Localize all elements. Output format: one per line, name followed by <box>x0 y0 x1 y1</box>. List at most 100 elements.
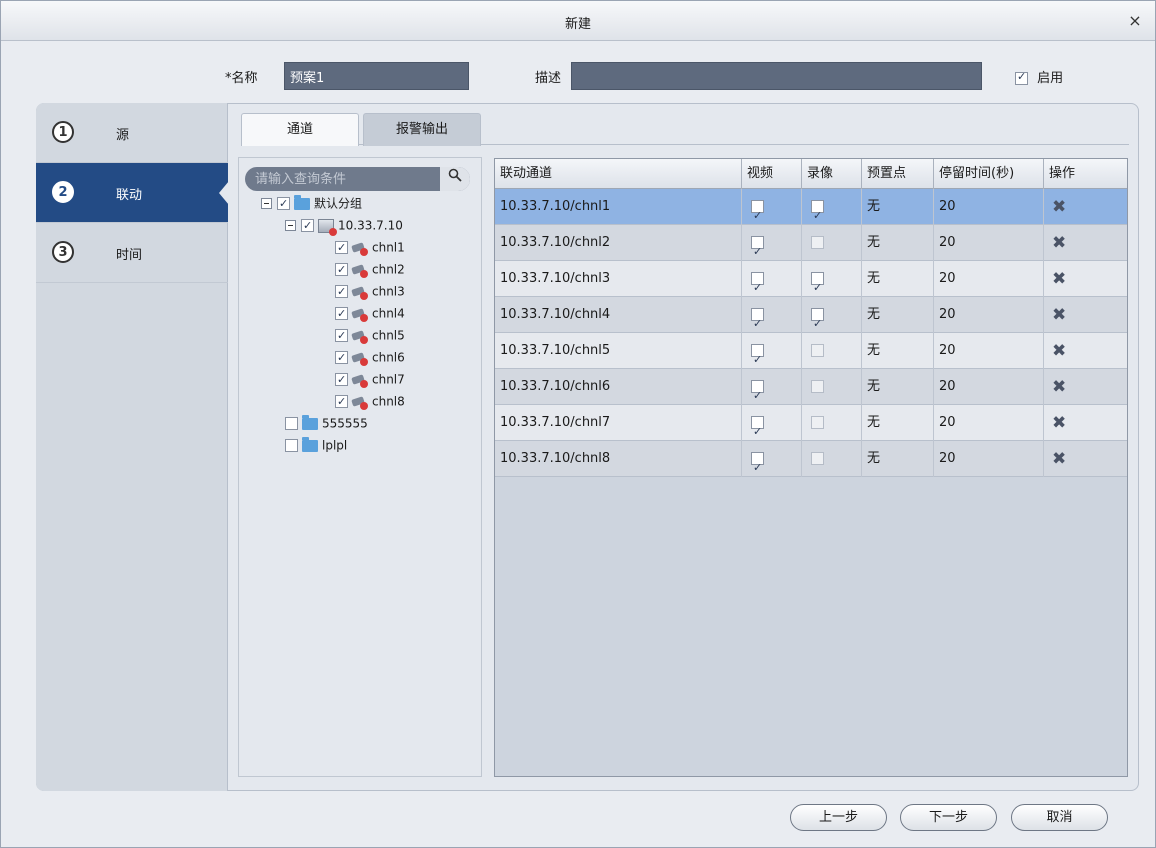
tree-node-channel[interactable]: chnl5 <box>335 326 405 345</box>
dwell-cell[interactable]: 20 <box>934 441 1044 477</box>
record-checkbox[interactable] <box>811 452 824 465</box>
search-icon[interactable] <box>440 167 470 191</box>
tree-node-channel[interactable]: chnl2 <box>335 260 405 279</box>
video-checkbox[interactable] <box>751 342 764 378</box>
record-checkbox[interactable] <box>811 380 824 393</box>
delete-icon[interactable]: ✖ <box>1052 377 1066 397</box>
record-checkbox[interactable] <box>811 306 824 342</box>
record-cell <box>802 225 862 261</box>
tab-alarm-output[interactable]: 报警输出 <box>363 113 481 146</box>
dwell-cell[interactable]: 20 <box>934 225 1044 261</box>
tree-checkbox[interactable] <box>335 349 348 367</box>
cancel-button[interactable]: 取消 <box>1011 804 1108 831</box>
tree-node-channel[interactable]: chnl3 <box>335 282 405 301</box>
operation-cell: ✖ <box>1044 297 1127 333</box>
preset-cell[interactable]: 无 <box>862 405 934 441</box>
record-checkbox[interactable] <box>811 344 824 357</box>
operation-cell: ✖ <box>1044 369 1127 405</box>
tree-checkbox[interactable] <box>301 217 314 235</box>
collapse-icon[interactable] <box>261 198 272 209</box>
preset-cell[interactable]: 无 <box>862 441 934 477</box>
record-checkbox[interactable] <box>811 270 824 306</box>
delete-icon[interactable]: ✖ <box>1052 305 1066 325</box>
record-cell <box>802 369 862 405</box>
tree-checkbox[interactable] <box>335 393 348 411</box>
step-source[interactable]: 1 源 <box>36 103 228 163</box>
tree-checkbox[interactable] <box>335 327 348 345</box>
tree-node-channel[interactable]: chnl7 <box>335 370 405 389</box>
tree-checkbox[interactable] <box>335 371 348 389</box>
table-row[interactable]: 10.33.7.10/chnl7 无 20 ✖ <box>495 405 1127 450</box>
step-linkage[interactable]: 2 联动 <box>36 163 229 223</box>
camera-icon <box>352 352 368 366</box>
preset-cell[interactable]: 无 <box>862 333 934 369</box>
video-checkbox[interactable] <box>751 414 764 450</box>
tree-checkbox[interactable] <box>285 417 298 430</box>
enable-toggle[interactable]: 启用 <box>1015 67 1063 86</box>
video-cell <box>742 405 802 450</box>
description-input[interactable] <box>571 62 982 90</box>
search-input[interactable] <box>255 169 435 189</box>
delete-icon[interactable]: ✖ <box>1052 341 1066 361</box>
tree-label: chnl8 <box>372 394 405 409</box>
tree-node-channel[interactable]: chnl6 <box>335 348 405 367</box>
dwell-cell[interactable]: 20 <box>934 405 1044 441</box>
record-checkbox[interactable] <box>811 198 824 234</box>
preset-cell[interactable]: 无 <box>862 189 934 225</box>
table-row[interactable]: 10.33.7.10/chnl1 无 20 ✖ <box>495 189 1127 234</box>
step-time[interactable]: 3 时间 <box>36 223 228 283</box>
window-title: 新建 <box>564 17 591 32</box>
tree-checkbox[interactable] <box>277 195 290 213</box>
delete-icon[interactable]: ✖ <box>1052 233 1066 253</box>
close-icon[interactable]: × <box>1125 11 1145 31</box>
dwell-cell[interactable]: 20 <box>934 261 1044 297</box>
delete-icon[interactable]: ✖ <box>1052 197 1066 217</box>
preset-cell[interactable]: 无 <box>862 225 934 261</box>
tree-node-channel[interactable]: chnl1 <box>335 238 405 257</box>
table-row[interactable]: 10.33.7.10/chnl8 无 20 ✖ <box>495 441 1127 486</box>
dwell-cell[interactable]: 20 <box>934 369 1044 405</box>
delete-icon[interactable]: ✖ <box>1052 413 1066 433</box>
dwell-cell[interactable]: 20 <box>934 333 1044 369</box>
record-checkbox[interactable] <box>811 416 824 429</box>
tree-checkbox[interactable] <box>285 439 298 452</box>
video-checkbox[interactable] <box>751 234 764 270</box>
enable-checkbox[interactable] <box>1015 70 1028 85</box>
video-checkbox[interactable] <box>751 270 764 306</box>
table-row[interactable]: 10.33.7.10/chnl3 无 20 ✖ <box>495 261 1127 306</box>
table-row[interactable]: 10.33.7.10/chnl5 无 20 ✖ <box>495 333 1127 378</box>
video-checkbox[interactable] <box>751 306 764 342</box>
tree-checkbox[interactable] <box>335 305 348 323</box>
tree-node-channel[interactable]: chnl8 <box>335 392 405 411</box>
column-header-video: 视频 <box>742 159 802 189</box>
video-checkbox[interactable] <box>751 378 764 414</box>
table-row[interactable]: 10.33.7.10/chnl4 无 20 ✖ <box>495 297 1127 342</box>
video-checkbox[interactable] <box>751 198 764 234</box>
preset-cell[interactable]: 无 <box>862 297 934 333</box>
dwell-cell[interactable]: 20 <box>934 297 1044 333</box>
column-header-dwell: 停留时间(秒) <box>934 159 1044 189</box>
step-number-2: 2 <box>52 181 74 203</box>
preset-cell[interactable]: 无 <box>862 369 934 405</box>
tree-node-device[interactable]: 10.33.7.10 <box>285 216 403 236</box>
table-row[interactable]: 10.33.7.10/chnl6 无 20 ✖ <box>495 369 1127 414</box>
name-input[interactable] <box>284 62 469 90</box>
tree-checkbox[interactable] <box>335 261 348 279</box>
delete-icon[interactable]: ✖ <box>1052 449 1066 469</box>
tree-node-root[interactable]: 默认分组 <box>261 194 362 213</box>
collapse-icon[interactable] <box>285 220 296 231</box>
next-step-button[interactable]: 下一步 <box>900 804 997 831</box>
tree-node-group[interactable]: 555555 <box>285 414 368 432</box>
table-row[interactable]: 10.33.7.10/chnl2 无 20 ✖ <box>495 225 1127 270</box>
tab-channel[interactable]: 通道 <box>241 113 359 146</box>
tree-node-channel[interactable]: chnl4 <box>335 304 405 323</box>
dwell-cell[interactable]: 20 <box>934 189 1044 225</box>
tree-node-group[interactable]: lplpl <box>285 436 347 454</box>
preset-cell[interactable]: 无 <box>862 261 934 297</box>
record-checkbox[interactable] <box>811 236 824 249</box>
delete-icon[interactable]: ✖ <box>1052 269 1066 289</box>
tree-checkbox[interactable] <box>335 283 348 301</box>
video-checkbox[interactable] <box>751 450 764 486</box>
previous-step-button[interactable]: 上一步 <box>790 804 887 831</box>
tree-checkbox[interactable] <box>335 239 348 257</box>
